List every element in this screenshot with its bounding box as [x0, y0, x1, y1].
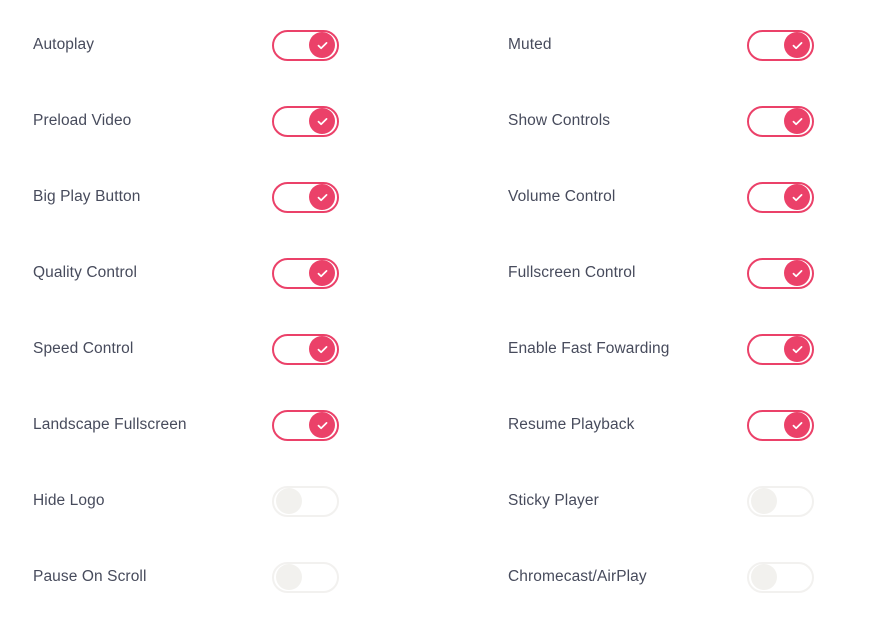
check-icon [317, 117, 327, 125]
toggle-knob [309, 32, 335, 58]
setting-label-pause-on-scroll: Pause On Scroll [33, 567, 147, 585]
toggle-knob [784, 32, 810, 58]
toggle-pause-on-scroll[interactable] [272, 561, 339, 593]
toggle-volume-control[interactable] [747, 181, 814, 213]
setting-row-sticky-player: Sticky Player [475, 463, 873, 539]
toggle-big-play-button[interactable] [272, 181, 339, 213]
toggle-fullscreen-control[interactable] [747, 257, 814, 289]
toggle-knob [309, 412, 335, 438]
setting-label-muted: Muted [508, 35, 552, 53]
setting-label-sticky-player: Sticky Player [508, 491, 599, 509]
check-icon [317, 269, 327, 277]
toggle-knob [784, 336, 810, 362]
toggle-knob [784, 260, 810, 286]
setting-row-muted: Muted [475, 7, 873, 83]
setting-row-fullscreen-control: Fullscreen Control [475, 235, 873, 311]
toggle-show-controls[interactable] [747, 105, 814, 137]
setting-label-volume-control: Volume Control [508, 187, 616, 205]
check-icon [317, 345, 327, 353]
check-icon [792, 421, 802, 429]
check-icon [792, 269, 802, 277]
check-icon [317, 193, 327, 201]
setting-label-speed-control: Speed Control [33, 339, 134, 357]
toggle-landscape-fullscreen[interactable] [272, 409, 339, 441]
setting-label-enable-fast-fowarding: Enable Fast Fowarding [508, 339, 670, 357]
check-icon [792, 193, 802, 201]
settings-toggle-grid: Autoplay Muted Preload Video Show Controls B… [0, 0, 873, 623]
check-icon [317, 41, 327, 49]
setting-label-preload-video: Preload Video [33, 111, 132, 129]
setting-row-enable-fast-fowarding: Enable Fast Fowarding [475, 311, 873, 387]
toggle-knob [751, 564, 777, 590]
toggle-knob [309, 184, 335, 210]
setting-row-quality-control: Quality Control [0, 235, 475, 311]
setting-row-pause-on-scroll: Pause On Scroll [0, 539, 475, 615]
setting-label-resume-playback: Resume Playback [508, 415, 635, 433]
setting-row-chromecast-airplay: Chromecast/AirPlay [475, 539, 873, 615]
setting-label-show-controls: Show Controls [508, 111, 611, 129]
setting-label-autoplay: Autoplay [33, 35, 95, 53]
toggle-quality-control[interactable] [272, 257, 339, 289]
setting-row-landscape-fullscreen: Landscape Fullscreen [0, 387, 475, 463]
toggle-knob [276, 564, 302, 590]
setting-label-hide-logo: Hide Logo [33, 491, 105, 509]
toggle-preload-video[interactable] [272, 105, 339, 137]
setting-row-show-controls: Show Controls [475, 83, 873, 159]
check-icon [317, 421, 327, 429]
setting-label-quality-control: Quality Control [33, 263, 138, 281]
toggle-chromecast-airplay[interactable] [747, 561, 814, 593]
setting-row-big-play-button: Big Play Button [0, 159, 475, 235]
toggle-knob [784, 412, 810, 438]
setting-row-hide-logo: Hide Logo [0, 463, 475, 539]
toggle-knob [751, 488, 777, 514]
check-icon [792, 345, 802, 353]
toggle-enable-fast-fowarding[interactable] [747, 333, 814, 365]
toggle-knob [784, 108, 810, 134]
toggle-sticky-player[interactable] [747, 485, 814, 517]
toggle-knob [784, 184, 810, 210]
setting-row-volume-control: Volume Control [475, 159, 873, 235]
setting-label-landscape-fullscreen: Landscape Fullscreen [33, 415, 187, 433]
toggle-muted[interactable] [747, 29, 814, 61]
setting-row-resume-playback: Resume Playback [475, 387, 873, 463]
check-icon [792, 41, 802, 49]
setting-row-speed-control: Speed Control [0, 311, 475, 387]
check-icon [792, 117, 802, 125]
toggle-knob [309, 260, 335, 286]
setting-row-preload-video: Preload Video [0, 83, 475, 159]
toggle-resume-playback[interactable] [747, 409, 814, 441]
toggle-knob [309, 108, 335, 134]
setting-label-fullscreen-control: Fullscreen Control [508, 263, 636, 281]
toggle-knob [309, 336, 335, 362]
toggle-hide-logo[interactable] [272, 485, 339, 517]
setting-row-autoplay: Autoplay [0, 7, 475, 83]
toggle-speed-control[interactable] [272, 333, 339, 365]
toggle-knob [276, 488, 302, 514]
setting-label-big-play-button: Big Play Button [33, 187, 141, 205]
toggle-autoplay[interactable] [272, 29, 339, 61]
setting-label-chromecast-airplay: Chromecast/AirPlay [508, 567, 647, 585]
